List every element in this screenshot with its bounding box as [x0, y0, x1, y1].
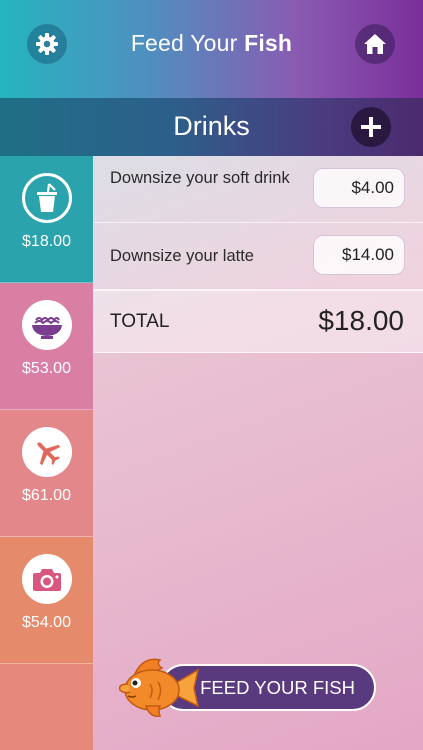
- cup-icon: [37, 183, 57, 212]
- item-label: Downsize your latte: [110, 247, 254, 265]
- total-label: TOTAL: [110, 311, 170, 332]
- side-icon-wrap: [22, 554, 72, 604]
- sidebar-item-travel[interactable]: $61.00: [0, 410, 93, 537]
- side-icon-wrap: [22, 300, 72, 350]
- list-item[interactable]: Downsize your latte $14.00: [93, 223, 423, 290]
- total-row: TOTAL $18.00: [93, 290, 423, 353]
- sidebar-amount: $61.00: [22, 487, 71, 504]
- category-bar: Drinks: [0, 98, 423, 156]
- total-value: $18.00: [318, 305, 404, 336]
- app-title-light: Feed Your: [130, 30, 245, 56]
- app-header: Feed Your Fish: [0, 0, 423, 98]
- home-icon: [364, 34, 386, 54]
- sidebar-item-food[interactable]: $53.00: [0, 283, 93, 410]
- item-label: Downsize your soft drink: [110, 169, 290, 187]
- sidebar-amount: $18.00: [22, 233, 71, 250]
- plus-icon: [361, 117, 381, 137]
- fish-icon: [118, 658, 200, 718]
- list-item[interactable]: Downsize your soft drink $4.00: [93, 156, 423, 223]
- sidebar-item-photo[interactable]: $54.00: [0, 537, 93, 664]
- app-title-bold: Fish: [244, 30, 293, 56]
- noodle-bowl-icon: [32, 317, 62, 339]
- sidebar-amount: $54.00: [22, 614, 71, 631]
- sidebar-amount: $53.00: [22, 360, 71, 377]
- sidebar-empty: [0, 664, 93, 750]
- price-field[interactable]: $4.00: [313, 168, 405, 208]
- airplane-icon: [37, 442, 61, 466]
- side-icon-wrap: [22, 427, 72, 477]
- feed-fish-label: FEED YOUR FISH: [200, 676, 355, 698]
- sidebar-item-drinks[interactable]: $18.00: [0, 156, 93, 283]
- side-icon-wrap: [22, 173, 72, 223]
- category-sidebar: $18.00 $53.00 $61.00 $54.00: [0, 156, 93, 750]
- price-field[interactable]: $14.00: [313, 235, 405, 275]
- add-item-button[interactable]: [351, 107, 391, 147]
- home-button[interactable]: [355, 24, 395, 64]
- camera-icon: [33, 569, 61, 591]
